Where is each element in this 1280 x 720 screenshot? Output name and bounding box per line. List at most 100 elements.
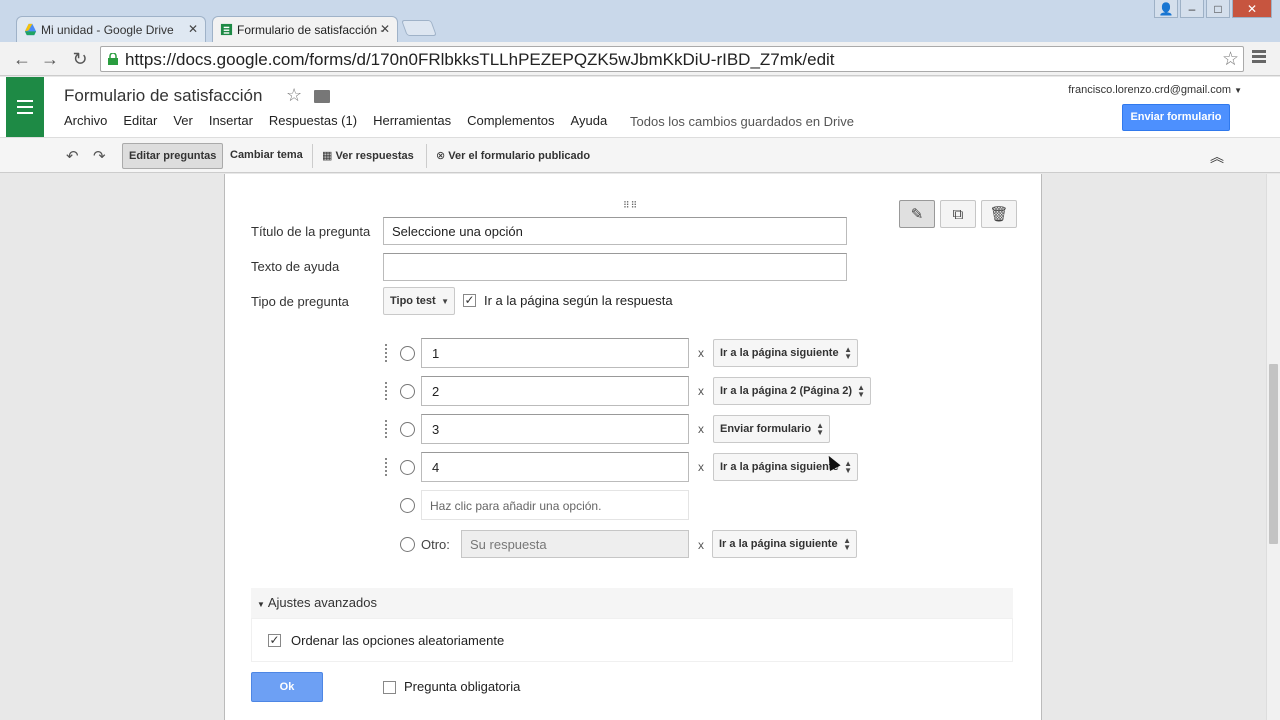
option-1-page-value: Ir a la página siguiente [720, 347, 839, 359]
drag-handle-icon[interactable]: ⠿⠿ [623, 200, 638, 211]
document-title[interactable]: Formulario de satisfacción [64, 86, 262, 106]
tab-title: Mi unidad - Google Drive [41, 23, 174, 37]
option-3-page-select[interactable]: Enviar formulario ▲ ▼ [713, 415, 830, 443]
question-title-label: Título de la pregunta [251, 224, 371, 239]
change-theme-button[interactable]: Cambiar tema [224, 143, 309, 169]
menu-herramientas[interactable]: Herramientas [373, 113, 451, 128]
close-tab-icon[interactable]: ✕ [188, 22, 198, 36]
remove-option-3-icon[interactable]: x [698, 422, 704, 436]
go-to-page-label: Ir a la página según la respuesta [484, 293, 673, 308]
option-input-3[interactable]: 3 [421, 414, 689, 444]
updown-arrow-icon: ▲ ▼ [844, 459, 852, 475]
option-drag-handle-icon[interactable] [385, 420, 391, 438]
url-text: https://docs.google.com/forms/d/170n0FRl… [125, 50, 835, 69]
other-radio [400, 537, 415, 552]
toolbar-divider [312, 144, 313, 168]
menu-editar[interactable]: Editar [123, 113, 157, 128]
user-icon[interactable]: 👤 [1154, 0, 1178, 18]
add-option-input[interactable]: Haz clic para añadir una opción. [421, 490, 689, 520]
option-radio [400, 422, 415, 437]
go-to-page-checkbox[interactable]: ✓ [463, 294, 476, 307]
advanced-settings-label: Ajustes avanzados [267, 595, 377, 610]
forward-icon[interactable]: → [40, 49, 60, 69]
option-drag-handle-icon[interactable] [385, 382, 391, 400]
question-type-label: Tipo de pregunta [251, 294, 349, 309]
other-label: Otro: [421, 537, 450, 552]
view-published-button[interactable]: ⊗ Ver el formulario publicado [430, 143, 596, 169]
undo-icon[interactable]: ↶ [66, 147, 79, 165]
menu-archivo[interactable]: Archivo [64, 113, 107, 128]
folder-icon[interactable] [314, 90, 330, 103]
toolbar-divider [426, 144, 427, 168]
scrollbar-thumb[interactable] [1269, 364, 1278, 544]
question-type-select[interactable]: Tipo test ▼ [383, 287, 455, 315]
trash-icon[interactable]: 🗑 [981, 200, 1017, 228]
collapse-icon[interactable]: ︽ [1210, 147, 1224, 167]
remove-option-2-icon[interactable]: x [698, 384, 704, 398]
save-status: Todos los cambios guardados en Drive [630, 114, 855, 129]
option-1-page-select[interactable]: Ir a la página siguiente ▲ ▼ [713, 339, 858, 367]
forms-header: Formulario de satisfacción ☆ Archivo Edi… [0, 77, 1280, 137]
shuffle-options-checkbox[interactable]: ✓ [268, 634, 281, 647]
edit-pencil-icon[interactable]: ✎ [899, 200, 935, 228]
required-checkbox[interactable] [383, 681, 396, 694]
remove-option-1-icon[interactable]: x [698, 346, 704, 360]
send-form-button[interactable]: Enviar formulario [1122, 104, 1230, 131]
bookmark-star-icon[interactable]: ☆ [1222, 48, 1239, 71]
minimize-button[interactable]: – [1180, 0, 1204, 18]
other-page-select[interactable]: Ir a la página siguiente ▲ ▼ [712, 530, 857, 558]
option-2-page-select[interactable]: Ir a la página 2 (Página 2) ▲ ▼ [713, 377, 871, 405]
menu-complementos[interactable]: Complementos [467, 113, 554, 128]
form-editor: ⠿⠿ ✎ ⧉ 🗑 Título de la pregunta Seleccion… [0, 174, 1266, 720]
menu-insertar[interactable]: Insertar [209, 113, 253, 128]
option-input-2[interactable]: 2 [421, 376, 689, 406]
address-bar[interactable]: https://docs.google.com/forms/d/170n0FRl… [100, 46, 1244, 72]
back-icon[interactable]: ← [12, 49, 32, 69]
ok-button[interactable]: Ok [251, 672, 323, 702]
close-tab-icon[interactable]: ✕ [380, 22, 390, 36]
menu-ayuda[interactable]: Ayuda [571, 113, 608, 128]
forms-logo-icon[interactable] [6, 77, 44, 137]
question-title-input[interactable]: Seleccione una opción [383, 217, 847, 245]
dropdown-arrow-icon: ▼ [441, 297, 449, 306]
tab-google-drive[interactable]: Mi unidad - Google Drive ✕ [16, 16, 206, 42]
table-icon: ▦ [322, 150, 333, 162]
vertical-scrollbar[interactable] [1266, 174, 1280, 720]
option-4-page-value: Ir a la página siguiente [720, 461, 839, 473]
help-text-input[interactable] [383, 253, 847, 281]
menu-bar: Archivo Editar Ver Insertar Respuestas (… [64, 113, 623, 128]
reload-icon[interactable]: ↻ [70, 49, 90, 69]
window-close-button[interactable]: ✕ [1232, 0, 1272, 18]
redo-icon[interactable]: ↷ [93, 147, 106, 165]
remove-other-icon[interactable]: x [698, 538, 704, 552]
duplicate-icon[interactable]: ⧉ [940, 200, 976, 228]
option-drag-handle-icon[interactable] [385, 458, 391, 476]
view-responses-label: Ver respuestas [335, 150, 414, 162]
help-text-label: Texto de ayuda [251, 259, 340, 274]
view-responses-button[interactable]: ▦ Ver respuestas [316, 143, 420, 169]
option-radio [400, 460, 415, 475]
option-input-1[interactable]: 1 [421, 338, 689, 368]
remove-option-4-icon[interactable]: x [698, 460, 704, 474]
option-input-4[interactable]: 4 [421, 452, 689, 482]
edit-questions-button[interactable]: Editar preguntas [122, 143, 224, 169]
question-type-value: Tipo test [390, 295, 436, 307]
updown-arrow-icon: ▲ ▼ [816, 421, 824, 437]
lock-icon [108, 53, 118, 65]
menu-respuestas[interactable]: Respuestas (1) [269, 113, 357, 128]
tab-formulario[interactable]: Formulario de satisfacción - ✕ [212, 16, 398, 42]
chrome-menu-icon[interactable] [1252, 50, 1266, 65]
account-email[interactable]: francisco.lorenzo.crd@gmail.com ▼ [1068, 84, 1242, 96]
google-drive-icon [24, 23, 37, 36]
browser-toolbar: ← → ↻ https://docs.google.com/forms/d/17… [0, 42, 1280, 76]
advanced-settings-toggle[interactable]: ▼ Ajustes avanzados [251, 588, 1013, 618]
browser-titlebar: Mi unidad - Google Drive ✕ Formulario de… [0, 0, 1280, 42]
forms-icon [220, 23, 233, 36]
star-icon[interactable]: ☆ [286, 85, 302, 106]
option-2-page-value: Ir a la página 2 (Página 2) [720, 385, 853, 397]
option-drag-handle-icon[interactable] [385, 344, 391, 362]
maximize-button[interactable]: □ [1206, 0, 1230, 18]
option-radio [400, 346, 415, 361]
menu-ver[interactable]: Ver [173, 113, 193, 128]
new-tab-button[interactable] [401, 20, 437, 36]
